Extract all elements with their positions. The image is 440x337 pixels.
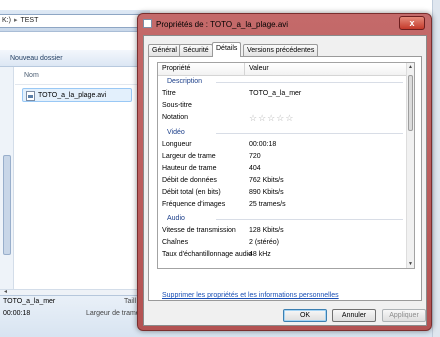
close-button[interactable]: x xyxy=(399,16,425,30)
column-header-value[interactable]: Valeur xyxy=(249,65,269,72)
section-label: Vidéo xyxy=(167,129,185,136)
property-row[interactable]: Titre TOTO_a_la_mer xyxy=(158,88,407,100)
property-value: 25 trames/s xyxy=(249,201,286,208)
property-value: 890 Kbits/s xyxy=(249,189,284,196)
scroll-left-icon[interactable]: ◂ xyxy=(4,288,7,295)
file-icon xyxy=(143,19,152,29)
cancel-button[interactable]: Annuler xyxy=(332,309,376,322)
property-row[interactable]: Longueur 00:00:18 xyxy=(158,139,407,151)
window-edge xyxy=(432,0,440,337)
property-key: Débit total (en bits) xyxy=(162,189,221,196)
property-rows: Description Titre TOTO_a_la_mer Sous-tit… xyxy=(158,76,407,261)
address-folder[interactable]: TEST xyxy=(20,17,38,24)
property-key: Vitesse de transmission xyxy=(162,227,236,234)
property-row[interactable]: Vitesse de transmission 128 Kbits/s xyxy=(158,225,407,237)
details-title: TOTO_a_la_mer xyxy=(3,298,56,305)
section-label: Description xyxy=(167,78,203,85)
properties-dialog: Propriétés de : TOTO_a_la_plage.avi x Gé… xyxy=(137,13,432,331)
video-file-icon xyxy=(26,91,35,101)
scroll-up-icon[interactable]: ▲ xyxy=(407,63,414,71)
property-value: 762 Kbits/s xyxy=(249,177,284,184)
details-panel: Propriété Valeur Description Titre TOTO_… xyxy=(148,56,422,301)
star-icon[interactable]: ☆ xyxy=(285,113,293,123)
property-value: 720 xyxy=(249,153,261,160)
section-header-description: Description xyxy=(158,76,407,88)
property-key: Sous-titre xyxy=(162,102,192,109)
chevron-right-icon: ▸ xyxy=(13,17,18,24)
column-divider[interactable] xyxy=(244,63,245,76)
scrollbar-thumb[interactable] xyxy=(408,75,413,131)
scroll-down-icon[interactable]: ▼ xyxy=(407,260,414,268)
property-value: 404 xyxy=(249,165,261,172)
section-divider xyxy=(216,133,403,134)
property-key: Taux d'échantillonnage audio xyxy=(162,251,253,258)
property-row[interactable]: Hauteur de trame 404 xyxy=(158,163,407,175)
property-key: Notation xyxy=(162,114,189,121)
section-header-audio: Audio xyxy=(158,213,407,225)
section-divider xyxy=(216,219,403,220)
section-label: Audio xyxy=(167,215,185,222)
property-row[interactable]: Débit de données 762 Kbits/s xyxy=(158,175,407,187)
list-header: Propriété Valeur xyxy=(158,63,408,76)
close-icon: x xyxy=(409,18,415,28)
property-value: 2 (stéréo) xyxy=(249,239,279,246)
tab-details[interactable]: Détails xyxy=(212,42,242,57)
navigation-scrollbar-thumb[interactable] xyxy=(3,155,11,255)
file-item[interactable]: TOTO_a_la_plage.avi xyxy=(22,88,132,102)
address-field[interactable]: K:) ▸ TEST xyxy=(0,14,145,28)
property-row[interactable]: Notation ☆☆☆☆☆ xyxy=(158,112,407,124)
property-row[interactable]: Sous-titre xyxy=(158,100,407,112)
address-prefix: K:) xyxy=(2,17,11,24)
explorer-toolbar: Nouveau dossier xyxy=(0,50,150,67)
property-key: Hauteur de trame xyxy=(162,165,217,172)
address-bar: K:) ▸ TEST xyxy=(0,10,150,32)
property-value: 00:00:18 xyxy=(249,141,277,148)
column-header-property[interactable]: Propriété xyxy=(162,65,190,72)
property-key: Débit de données xyxy=(162,177,217,184)
star-icon[interactable]: ☆ xyxy=(267,113,275,123)
property-row[interactable]: Taux d'échantillonnage audio 48 kHz xyxy=(158,249,407,261)
details-size-label: Taill xyxy=(124,298,137,305)
dialog-titlebar[interactable]: Propriétés de : TOTO_a_la_plage.avi xyxy=(143,17,393,33)
column-header-name[interactable]: Nom xyxy=(15,67,150,85)
property-value[interactable]: TOTO_a_la_mer xyxy=(249,88,301,100)
properties-scrollbar[interactable]: ▲ ▼ xyxy=(406,63,414,268)
property-row[interactable]: Chaînes 2 (stéréo) xyxy=(158,237,407,249)
property-row[interactable]: Largeur de trame 720 xyxy=(158,151,407,163)
property-key: Chaînes xyxy=(162,239,189,246)
details-duration: 00:00:18 xyxy=(3,310,31,317)
details-width-label: Largeur de trame xyxy=(86,310,140,317)
dialog-body: Général Sécurité Détails Versions précéd… xyxy=(143,35,427,326)
property-key: Longueur xyxy=(162,141,192,148)
section-header-video: Vidéo xyxy=(158,127,407,139)
file-item-label: TOTO_a_la_plage.avi xyxy=(38,92,107,99)
property-key: Fréquence d'images xyxy=(162,201,226,208)
navigation-pane xyxy=(0,67,14,289)
rating-stars[interactable]: ☆☆☆☆☆ xyxy=(249,113,294,126)
dialog-title: Propriétés de : TOTO_a_la_plage.avi xyxy=(156,20,289,29)
tab-general[interactable]: Général xyxy=(148,44,181,56)
property-row[interactable]: Débit total (en bits) 890 Kbits/s xyxy=(158,187,407,199)
properties-list[interactable]: Propriété Valeur Description Titre TOTO_… xyxy=(157,62,415,269)
section-divider xyxy=(216,82,403,83)
property-key: Largeur de trame xyxy=(162,153,216,160)
ok-button[interactable]: OK xyxy=(283,309,327,322)
star-icon[interactable]: ☆ xyxy=(276,113,284,123)
property-value: 48 kHz xyxy=(249,251,271,258)
star-icon[interactable]: ☆ xyxy=(258,113,266,123)
property-row[interactable]: Fréquence d'images 25 trames/s xyxy=(158,199,407,211)
new-folder-button[interactable]: Nouveau dossier xyxy=(10,55,63,62)
apply-button[interactable]: Appliquer xyxy=(382,309,426,322)
remove-properties-link[interactable]: Supprimer les propriétés et les informat… xyxy=(162,292,339,299)
property-key: Titre xyxy=(162,90,176,97)
star-icon[interactable]: ☆ xyxy=(249,113,257,123)
property-value: 128 Kbits/s xyxy=(249,227,284,234)
tab-previous-versions[interactable]: Versions précédentes xyxy=(243,44,319,56)
tab-security[interactable]: Sécurité xyxy=(179,44,213,56)
